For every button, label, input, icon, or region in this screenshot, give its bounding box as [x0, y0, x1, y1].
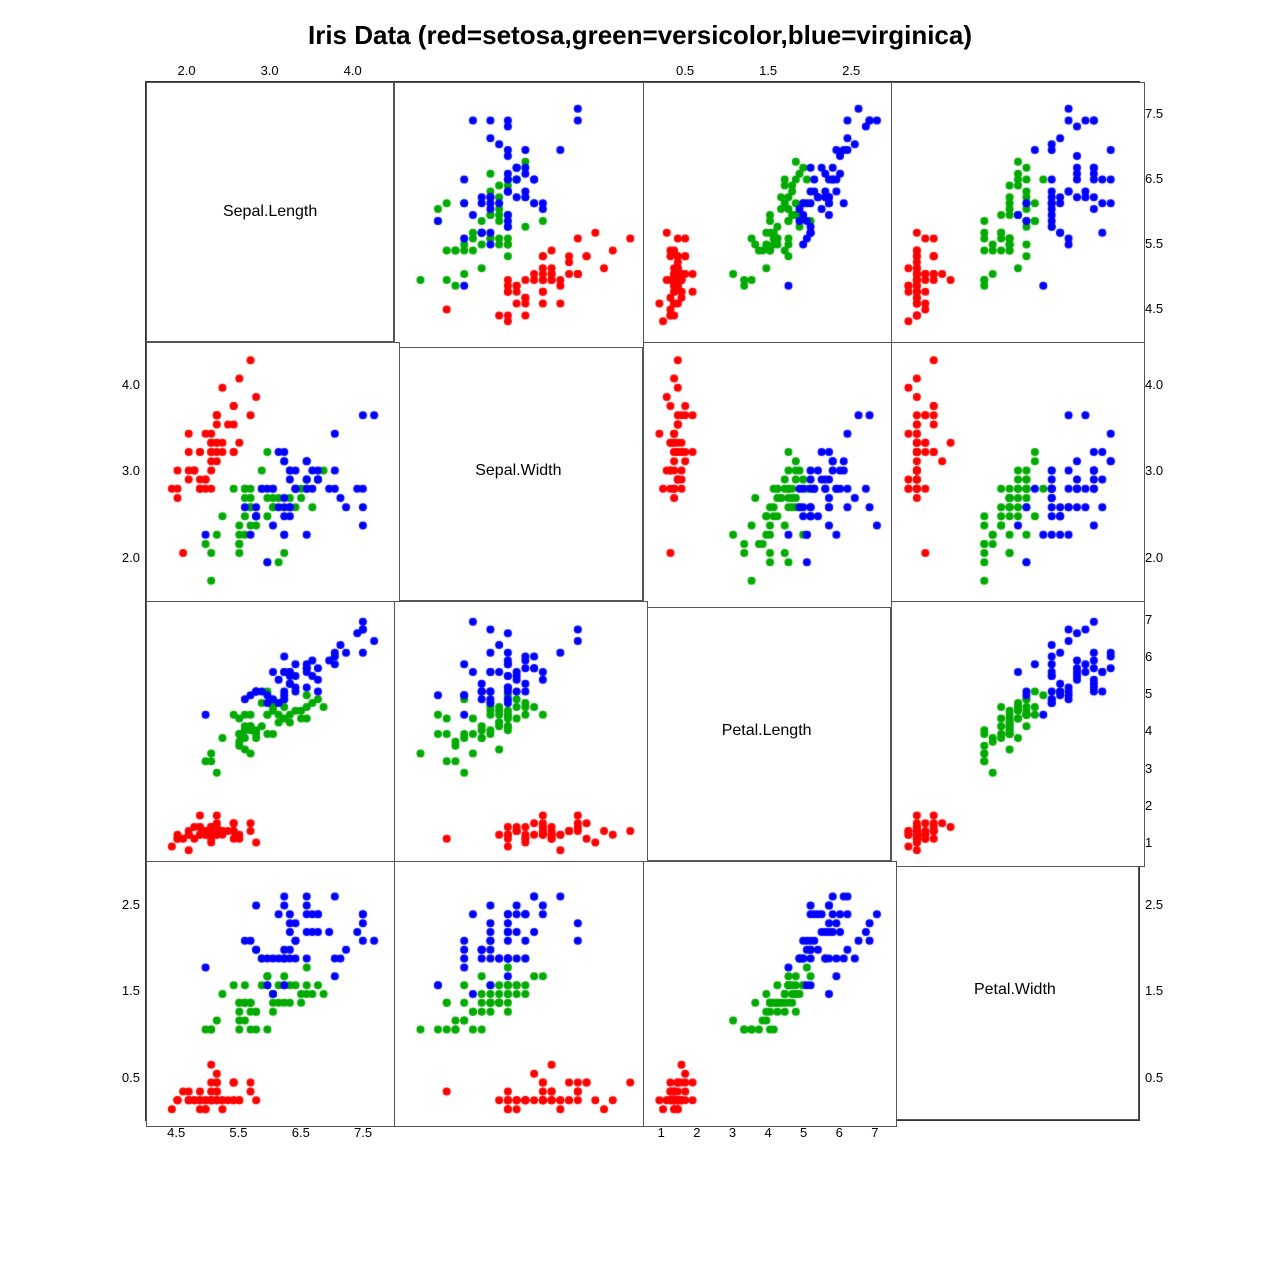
scatter-sw-pw — [891, 342, 1145, 608]
scatter-grid: Sepal.Length Sepal.Width Petal.Length Pe… — [145, 81, 1140, 1121]
scatter-pw-sw — [394, 861, 648, 1127]
right-axis-row1: 7.5 6.5 5.5 4.5 — [1140, 81, 1190, 341]
right-axis-col: 7.5 6.5 5.5 4.5 4.0 3.0 2.0 7 6 5 4 3 2 — [1140, 81, 1190, 1121]
scatter-pw-sl — [146, 861, 400, 1127]
scatter-pl-sw — [394, 601, 648, 867]
right-axis-row2: 4.0 3.0 2.0 — [1140, 341, 1190, 601]
right-axis-row3: 7 6 5 4 3 2 1 — [1140, 601, 1190, 861]
label-petal-length: Petal.Length — [643, 601, 891, 861]
scatter-sl-sw — [394, 82, 648, 348]
top-axis-col3: 0.51.52.5 — [644, 59, 893, 81]
left-axis-row3 — [90, 601, 145, 861]
scatter-pl-sl — [146, 601, 400, 867]
label-sepal-length: Sepal.Length — [146, 82, 394, 342]
scatter-pw-pl — [643, 861, 897, 1127]
chart-area: 2.03.04.0 0.51.52.5 4.0 3.0 2.0 2.5 1 — [90, 59, 1190, 1143]
bottom-axis-col4 — [893, 1121, 1142, 1143]
chart-title: Iris Data (red=setosa,green=versicolor,b… — [308, 20, 972, 51]
top-axis-row: 2.03.04.0 0.51.52.5 — [145, 59, 1142, 81]
left-axis-col: 4.0 3.0 2.0 2.5 1.5 0.5 — [90, 81, 145, 1121]
scatter-pl-pw — [891, 601, 1145, 867]
left-axis-row1 — [90, 81, 145, 341]
right-axis-row4: 2.5 1.5 0.5 — [1140, 861, 1190, 1121]
label-petal-width: Petal.Width — [891, 861, 1139, 1121]
scatter-sl-pw — [891, 82, 1145, 348]
top-axis-col4 — [893, 59, 1142, 81]
left-axis-row4: 2.5 1.5 0.5 — [90, 861, 145, 1121]
label-sepal-width: Sepal.Width — [394, 342, 642, 602]
grid-with-axes: 4.0 3.0 2.0 2.5 1.5 0.5 Sepal.Length — [90, 81, 1190, 1121]
scatter-sw-pl — [643, 342, 897, 608]
left-axis-row2: 4.0 3.0 2.0 — [90, 341, 145, 601]
scatter-sl-pl — [643, 82, 897, 348]
main-container: Iris Data (red=setosa,green=versicolor,b… — [0, 0, 1280, 1280]
top-axis-col2 — [394, 59, 643, 81]
scatter-sw-sl — [146, 342, 400, 608]
top-axis-col1: 2.03.04.0 — [145, 59, 394, 81]
